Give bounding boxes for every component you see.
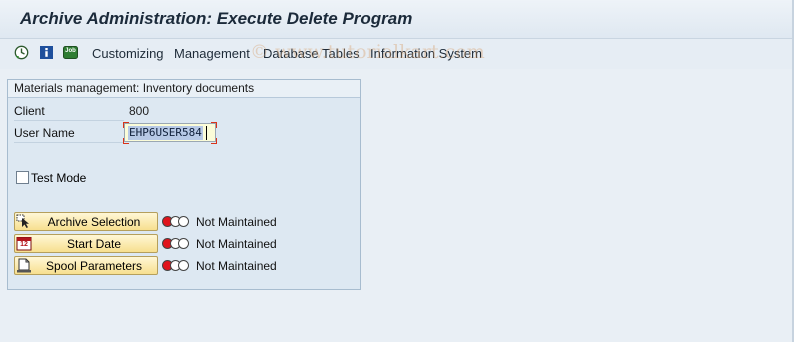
job-icon-label: Job — [65, 48, 76, 54]
archive-selection-button[interactable]: Archive Selection — [14, 212, 158, 231]
test-mode-label: Test Mode — [31, 171, 87, 185]
status-lights — [162, 216, 192, 228]
spool-parameters-button[interactable]: Spool Parameters — [14, 256, 158, 275]
status-lights — [162, 238, 192, 250]
start-date-status: Not Maintained — [196, 237, 277, 251]
spool-parameters-status: Not Maintained — [196, 259, 277, 273]
materials-management-group: Materials management: Inventory document… — [7, 79, 361, 290]
calendar-icon: 12 — [16, 236, 32, 251]
spool-parameters-label: Spool Parameters — [45, 259, 143, 273]
field-corner-marker — [123, 122, 129, 128]
green-light-off-icon — [178, 238, 189, 249]
archive-selection-label: Archive Selection — [47, 215, 141, 229]
green-light-off-icon — [178, 260, 189, 271]
field-corner-marker — [123, 138, 129, 144]
page-title: Archive Administration: Execute Delete P… — [20, 9, 413, 28]
user-name-label: User Name — [14, 125, 124, 143]
application-toolbar: Job Customizing Management Database Tabl… — [0, 39, 794, 69]
client-value: 800 — [129, 104, 150, 118]
document-icon — [16, 258, 32, 273]
test-mode-checkbox[interactable] — [16, 171, 29, 184]
user-name-field[interactable]: EHP6USER584 — [124, 123, 216, 142]
group-title: Materials management: Inventory document… — [14, 81, 255, 95]
status-lights — [162, 260, 192, 272]
field-corner-marker — [211, 122, 217, 128]
job-icon[interactable]: Job — [63, 45, 78, 60]
menu-information-system[interactable]: Information System — [370, 46, 482, 61]
text-caret — [206, 126, 207, 140]
info-icon[interactable] — [39, 45, 54, 60]
menu-management[interactable]: Management — [174, 46, 250, 61]
execute-clock-icon[interactable] — [14, 45, 29, 60]
calendar-icon-label: 12 — [20, 241, 28, 248]
field-corner-marker — [211, 138, 217, 144]
start-date-button[interactable]: 12 Start Date — [14, 234, 158, 253]
group-header: Materials management: Inventory document… — [8, 80, 360, 98]
title-bar: Archive Administration: Execute Delete P… — [0, 0, 794, 39]
start-date-label: Start Date — [66, 237, 122, 251]
user-name-value: EHP6USER584 — [128, 126, 203, 140]
menu-customizing[interactable]: Customizing — [92, 46, 164, 61]
archive-selection-status: Not Maintained — [196, 215, 277, 229]
client-label: Client — [14, 103, 124, 121]
menu-database-tables[interactable]: Database Tables — [263, 46, 360, 61]
selection-cursor-icon — [16, 214, 32, 229]
green-light-off-icon — [178, 216, 189, 227]
